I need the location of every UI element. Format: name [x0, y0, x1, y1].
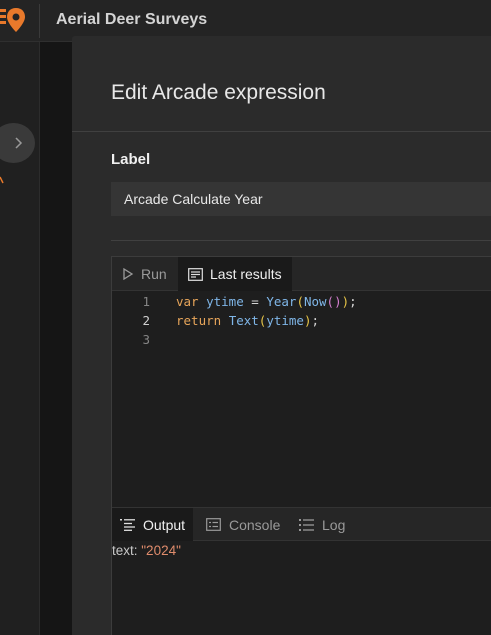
map-background: [40, 42, 72, 635]
label-heading: Label: [111, 151, 151, 168]
location-pin-logo-icon[interactable]: [0, 6, 28, 36]
code-text: return Text(ytime);: [176, 311, 319, 330]
tab-output[interactable]: Output: [112, 508, 194, 541]
code-token: (): [326, 294, 342, 309]
line-number: 3: [142, 332, 150, 347]
run-label: Run: [141, 266, 167, 282]
rail-indicator-icon: [0, 176, 4, 184]
run-button[interactable]: Run: [112, 257, 177, 291]
code-token: ytime: [266, 313, 304, 328]
tab-console[interactable]: Console: [198, 508, 288, 541]
results-tabs: Output Console Log: [112, 507, 491, 541]
tab-log[interactable]: Log: [291, 508, 353, 541]
play-icon: [123, 268, 134, 280]
tab-console-label: Console: [229, 516, 281, 533]
last-results-label: Last results: [210, 266, 282, 282]
log-list-icon: [299, 518, 314, 531]
tab-log-label: Log: [322, 516, 346, 533]
expand-panel-button[interactable]: [0, 123, 35, 163]
code-token: ): [303, 313, 312, 328]
code-editor[interactable]: 1 var ytime = Year(Now()); 2 return Text(yt…: [112, 291, 491, 507]
code-token: return: [176, 313, 229, 328]
editor-toolbar: Run Last results: [112, 257, 491, 291]
output-key: text:: [112, 543, 142, 558]
chevron-right-icon: [14, 137, 22, 149]
app-title: Aerial Deer Surveys: [56, 11, 208, 28]
modal-title: Edit Arcade expression: [111, 81, 326, 104]
list-icon: [120, 519, 135, 531]
code-token: var: [176, 294, 207, 309]
label-input[interactable]: [111, 182, 491, 216]
expression-editor-panel: Run Last results 1 var ytime = Year(Now()…: [111, 256, 491, 635]
edit-arcade-modal: Edit Arcade expression Label Run Last re…: [72, 36, 491, 635]
code-text: var ytime = Year(Now());: [176, 292, 357, 311]
output-value: "2024": [141, 543, 181, 558]
code-token: =: [243, 294, 267, 309]
tab-output-label: Output: [143, 516, 186, 533]
code-line[interactable]: 1 var ytime = Year(Now());: [112, 292, 491, 311]
line-number: 2: [142, 313, 150, 328]
header-divider: [39, 4, 40, 38]
section-divider: [111, 240, 491, 241]
code-token: ;: [349, 294, 357, 309]
last-results-button[interactable]: Last results: [178, 257, 292, 291]
code-token: ytime: [206, 294, 244, 309]
left-rail: [0, 42, 40, 635]
modal-header: Edit Arcade expression: [72, 36, 491, 132]
code-token: Now: [303, 294, 327, 309]
code-line[interactable]: 2 return Text(ytime);: [112, 311, 491, 330]
output-area: text: "2024": [112, 541, 491, 635]
code-token: Text: [228, 313, 259, 328]
results-table-icon: [188, 267, 203, 281]
line-number: 1: [142, 294, 150, 309]
code-line[interactable]: 3: [112, 330, 491, 349]
console-icon: [206, 518, 221, 531]
code-token: (: [296, 294, 304, 309]
code-token: ;: [311, 313, 320, 328]
code-token: ): [341, 294, 350, 309]
output-line: text: "2024": [112, 543, 181, 558]
code-token: Year: [266, 294, 297, 309]
